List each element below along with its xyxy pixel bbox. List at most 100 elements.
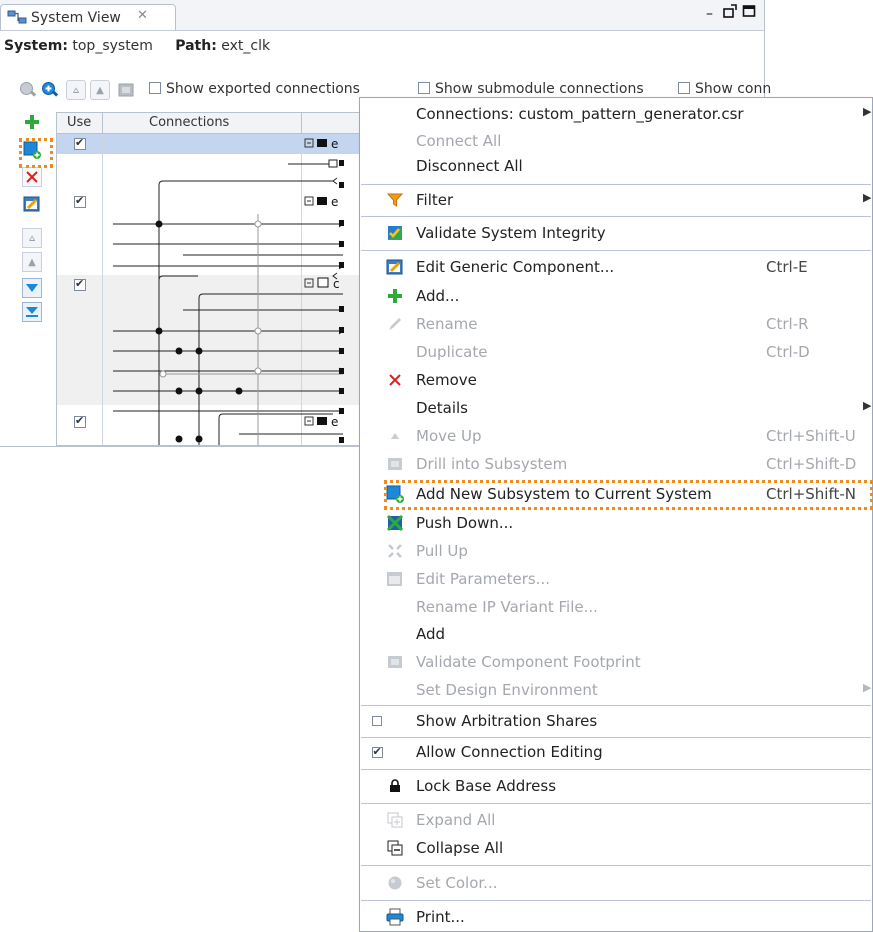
menu-label: Edit Parameters...: [416, 570, 550, 588]
detach-icon[interactable]: [722, 3, 738, 23]
breadcrumb: System: top_system Path: ext_clk: [4, 38, 270, 54]
show-conn-checkbox[interactable]: Show conn: [678, 81, 771, 97]
menu-label: Disconnect All: [416, 157, 523, 175]
menu-item-move-up[interactable]: Move Up Ctrl+Shift-U: [360, 423, 872, 450]
menu-item-validate-system[interactable]: Validate System Integrity: [360, 220, 872, 247]
maximize-icon[interactable]: [742, 4, 756, 22]
print-icon: [386, 908, 404, 926]
show-conn-check[interactable]: [678, 82, 690, 94]
menu-item-expand-all[interactable]: Expand All: [360, 807, 872, 834]
add-icon[interactable]: [22, 112, 42, 132]
menu-item-details[interactable]: Details ▶: [360, 395, 872, 422]
menu-item-connections[interactable]: Connections: custom_pattern_generator.cs…: [360, 101, 872, 128]
menu-separator: [361, 803, 871, 804]
move-bottom-side-icon[interactable]: [22, 302, 42, 322]
tab-system-view[interactable]: System View ✕: [0, 4, 176, 30]
menu-item-disconnect-all[interactable]: Disconnect All: [360, 153, 872, 180]
menu-label: Duplicate: [416, 343, 488, 361]
svg-text:e: e: [331, 415, 338, 429]
menu-item-filter[interactable]: Filter ▶: [360, 187, 872, 214]
column-connections[interactable]: Connections: [149, 115, 229, 130]
submenu-arrow-icon: ▶: [863, 399, 872, 412]
use-checkbox[interactable]: [74, 194, 86, 208]
menu-shortcut: Ctrl+Shift-D: [766, 455, 857, 473]
menu-separator: [361, 705, 871, 706]
pull-up-icon: [386, 542, 404, 560]
context-menu: Connections: custom_pattern_generator.cs…: [359, 97, 873, 932]
show-submodule-checkbox[interactable]: Show submodule connections: [418, 81, 644, 97]
menu-item-rename[interactable]: Rename Ctrl-R: [360, 311, 872, 338]
minimize-icon[interactable]: –: [706, 6, 713, 22]
show-exported-label: Show exported connections: [166, 81, 360, 97]
path-value: ext_clk: [221, 38, 271, 54]
menu-label: Expand All: [416, 811, 496, 829]
edit-component-icon[interactable]: [22, 194, 42, 214]
drill-subsystem-icon: [386, 455, 404, 473]
menu-item-connect-all[interactable]: Connect All: [360, 128, 872, 155]
menu-item-push-down[interactable]: Push Down...: [360, 510, 872, 537]
menu-item-drill-into-subsystem[interactable]: Drill into Subsystem Ctrl+Shift-D: [360, 451, 872, 478]
move-down-side-icon[interactable]: [22, 278, 42, 298]
use-checkbox[interactable]: [74, 414, 86, 428]
show-submodule-check[interactable]: [418, 82, 430, 94]
svg-text:e: e: [331, 195, 338, 209]
menu-separator: [361, 184, 871, 185]
menu-label: Move Up: [416, 427, 482, 445]
checkbox-checked-icon[interactable]: [368, 743, 386, 761]
menu-item-edit-generic-component[interactable]: Edit Generic Component... Ctrl-E: [360, 254, 872, 281]
show-exported-check[interactable]: [149, 82, 161, 94]
filter-icon: [386, 191, 404, 209]
menu-item-allow-connection-editing[interactable]: Allow Connection Editing: [360, 739, 872, 766]
remove-icon[interactable]: [22, 167, 42, 187]
validate-system-icon: [386, 224, 404, 242]
menu-label: Add...: [416, 287, 460, 305]
menu-shortcut: Ctrl+Shift-N: [766, 485, 856, 503]
move-up-side-icon[interactable]: ▲: [22, 252, 42, 272]
menu-item-print[interactable]: Print...: [360, 904, 872, 931]
lock-icon: [386, 777, 404, 795]
menu-item-duplicate[interactable]: Duplicate Ctrl-D: [360, 339, 872, 366]
menu-item-rename-ip-variant[interactable]: Rename IP Variant File...: [360, 594, 872, 621]
zoom-in-icon[interactable]: [40, 80, 60, 100]
menu-item-show-arbitration-shares[interactable]: Show Arbitration Shares: [360, 708, 872, 735]
use-checkbox[interactable]: [74, 277, 86, 291]
add-subsystem-icon[interactable]: [22, 140, 42, 160]
use-checkbox[interactable]: [74, 136, 86, 150]
menu-separator: [361, 737, 871, 738]
color-icon: [386, 874, 404, 892]
move-up-toolbar-icon[interactable]: ▲: [90, 80, 110, 100]
column-use[interactable]: Use: [67, 115, 91, 130]
menu-separator: [361, 216, 871, 217]
menu-label: Push Down...: [416, 514, 514, 532]
menu-item-validate-footprint[interactable]: Validate Component Footprint: [360, 649, 872, 676]
menu-label: Connect All: [416, 132, 502, 150]
connections-grid[interactable]: Use Connections ✔ ✔ ✔ ✔ e e c e: [56, 112, 361, 446]
add-icon: [386, 287, 404, 305]
move-top-side-icon[interactable]: ⩟: [22, 228, 42, 248]
move-top-icon[interactable]: ⩟: [66, 80, 86, 100]
show-exported-checkbox[interactable]: Show exported connections: [149, 81, 360, 97]
menu-item-set-color[interactable]: Set Color...: [360, 870, 872, 897]
menu-item-add-new-subsystem[interactable]: Add New Subsystem to Current System Ctrl…: [360, 481, 872, 508]
menu-label: Connections: custom_pattern_generator.cs…: [416, 105, 744, 123]
tab-close-icon[interactable]: ✕: [137, 8, 148, 23]
menu-label: Show Arbitration Shares: [416, 712, 598, 730]
system-label: System:: [4, 38, 68, 54]
menu-item-add[interactable]: Add: [360, 621, 872, 648]
menu-item-add-ellipsis[interactable]: Add...: [360, 283, 872, 310]
menu-item-pull-up[interactable]: Pull Up: [360, 538, 872, 565]
menu-item-collapse-all[interactable]: Collapse All: [360, 835, 872, 862]
menu-item-lock-base-address[interactable]: Lock Base Address: [360, 773, 872, 800]
system-view-icon: [7, 10, 27, 28]
menu-item-remove[interactable]: Remove: [360, 367, 872, 394]
zoom-out-icon[interactable]: [18, 80, 38, 100]
menu-label: Add: [416, 625, 446, 643]
menu-item-set-design-environment[interactable]: Set Design Environment ▶: [360, 677, 872, 704]
checkbox-unchecked-icon[interactable]: [368, 712, 386, 730]
menu-separator: [361, 250, 871, 251]
subsystem-icon[interactable]: [116, 80, 136, 100]
menu-label: Allow Connection Editing: [416, 743, 603, 761]
menu-label: Set Color...: [416, 874, 498, 892]
menu-item-edit-parameters[interactable]: Edit Parameters...: [360, 566, 872, 593]
path-label: Path:: [175, 38, 217, 54]
